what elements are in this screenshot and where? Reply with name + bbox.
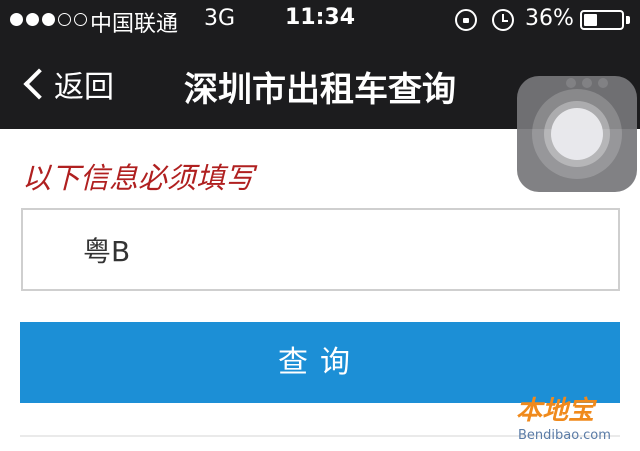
status-bar: 中国联通 3G 11:34 36% — [0, 0, 640, 40]
battery-percent: 36% — [525, 6, 574, 31]
required-fields-note: 以下信息必须填写 — [22, 161, 255, 195]
plate-number-input[interactable] — [21, 208, 620, 291]
watermark: 本地宝 Bendibao.com — [508, 388, 636, 450]
watermark-url: Bendibao.com — [518, 428, 611, 443]
alarm-icon — [492, 9, 514, 31]
rotation-lock-icon — [455, 9, 477, 31]
watermark-logo: 本地宝 — [516, 396, 595, 426]
battery-icon — [580, 10, 624, 30]
battery-tip — [626, 16, 630, 24]
assistive-ring-inner — [551, 108, 603, 160]
battery-level — [584, 14, 597, 26]
assistive-touch-button[interactable] — [517, 76, 637, 192]
